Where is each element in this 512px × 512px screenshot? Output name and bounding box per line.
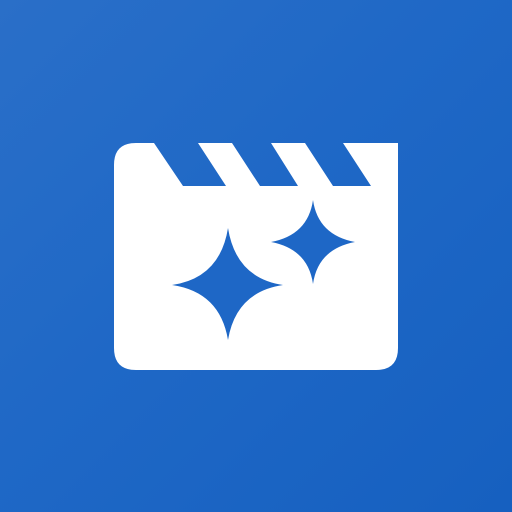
clapperboard-body <box>114 143 398 370</box>
app-icon[interactable] <box>0 0 512 512</box>
clapperboard-icon <box>114 143 398 370</box>
